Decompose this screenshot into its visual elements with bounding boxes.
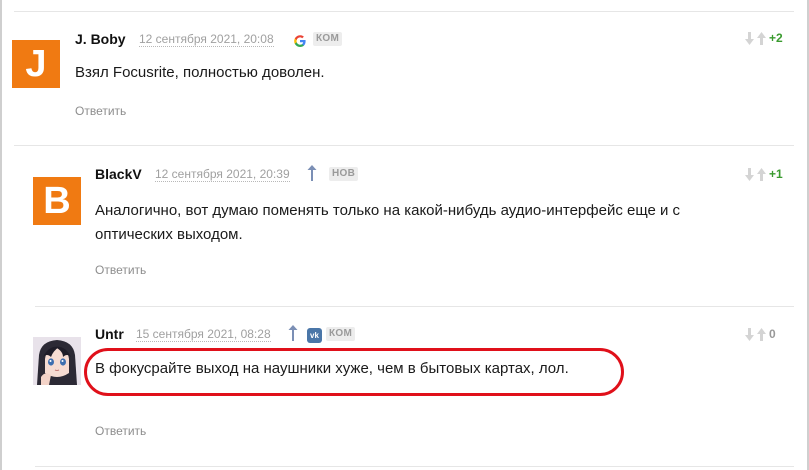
up-arrow-icon (307, 165, 317, 181)
divider (14, 11, 794, 12)
status-badge: КОМ (326, 327, 356, 341)
comment-date[interactable]: 12 сентября 2021, 20:08 (139, 32, 274, 47)
status-badge: НОВ (329, 167, 359, 181)
comment-text: Взял Focusrite, полностью доволен. (75, 64, 325, 81)
author-name[interactable]: Untr (95, 326, 124, 342)
vote-up-icon[interactable] (757, 32, 766, 45)
vote-controls: 0 (745, 326, 809, 344)
vote-up-icon[interactable] (757, 168, 766, 181)
vote-down-icon[interactable] (745, 32, 754, 45)
comment-text: Аналогично, вот думаю поменять только на… (95, 202, 681, 243)
comment-date[interactable]: 15 сентября 2021, 08:28 (136, 327, 271, 342)
vote-controls: +2 (745, 30, 809, 48)
divider (14, 145, 794, 146)
reply-link[interactable]: Ответить (95, 424, 146, 438)
vote-score: +1 (769, 167, 783, 181)
avatar[interactable]: B (33, 177, 81, 225)
anime-avatar-image (33, 337, 81, 385)
divider (35, 306, 794, 307)
google-icon (294, 35, 306, 47)
vote-score: +2 (769, 31, 783, 45)
vote-down-icon[interactable] (745, 328, 754, 341)
comment-date[interactable]: 12 сентября 2021, 20:39 (155, 167, 290, 182)
up-arrow-icon (288, 325, 298, 341)
reply-link[interactable]: Ответить (75, 104, 126, 118)
vk-icon: vk (307, 328, 322, 343)
window-border-left (0, 0, 2, 470)
reply-link[interactable]: Ответить (95, 263, 146, 277)
vote-down-icon[interactable] (745, 168, 754, 181)
author-name[interactable]: J. Boby (75, 31, 126, 47)
status-badge: КОМ (313, 32, 343, 46)
avatar[interactable]: J (12, 40, 60, 88)
avatar[interactable] (33, 337, 81, 385)
author-name[interactable]: BlackV (95, 166, 142, 182)
vote-controls: +1 (745, 166, 809, 184)
divider (35, 466, 794, 467)
highlight-annotation (84, 348, 624, 396)
vote-score: 0 (769, 327, 776, 341)
vote-up-icon[interactable] (757, 328, 766, 341)
